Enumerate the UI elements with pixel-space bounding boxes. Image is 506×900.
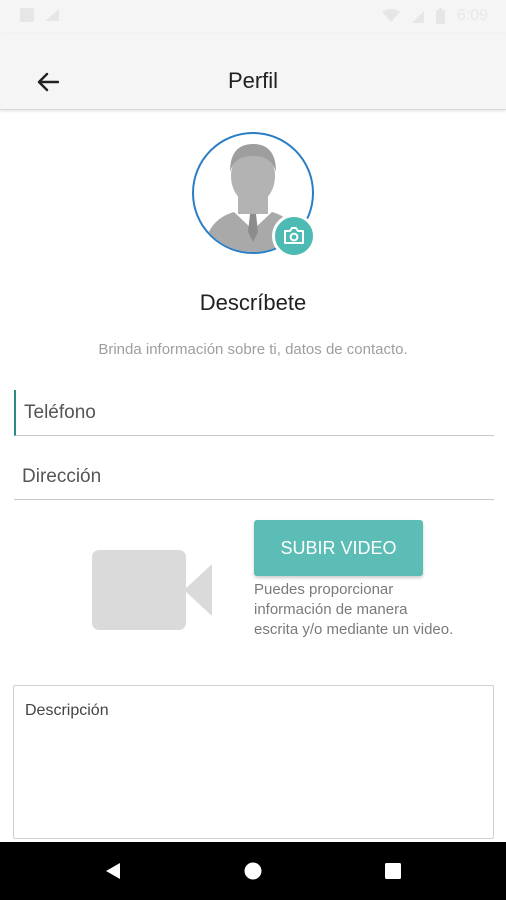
nav-recents-icon	[385, 863, 401, 879]
cell-signal-icon	[411, 11, 424, 23]
status-time: 6:09	[456, 7, 488, 24]
wifi-icon	[381, 9, 400, 22]
nav-home-button[interactable]	[240, 858, 266, 884]
section-subheading: Brinda información sobre ti, datos de co…	[98, 341, 408, 358]
status-left-icons	[20, 8, 60, 22]
description-field[interactable]	[13, 685, 494, 839]
upload-video-button[interactable]: SUBIR VIDEO	[254, 520, 423, 576]
avatar-container	[192, 132, 318, 258]
address-field[interactable]	[14, 454, 494, 500]
battery-icon	[435, 8, 445, 24]
status-right-icons: 6:09	[381, 7, 488, 25]
nav-home-icon	[244, 862, 262, 880]
profile-screen: 6:09 Perfil Descríbete Brinda informació…	[0, 0, 506, 900]
nav-recents-button[interactable]	[380, 858, 406, 884]
camera-icon	[284, 227, 304, 244]
page-title: Perfil	[227, 68, 279, 93]
notification-icon	[20, 8, 34, 22]
nav-back-button[interactable]	[100, 858, 126, 884]
video-help-text: Puedes proporcionar información de maner…	[254, 581, 454, 638]
video-camera-icon	[92, 550, 212, 630]
nav-back-icon	[106, 863, 120, 879]
phone-field[interactable]	[14, 390, 494, 436]
signal-icon	[45, 9, 59, 21]
section-heading: Descríbete	[199, 290, 307, 315]
status-bar: 6:09	[0, 0, 506, 34]
system-nav-bar	[0, 842, 506, 900]
app-bar: Perfil	[0, 34, 506, 110]
change-photo-button[interactable]	[272, 214, 316, 258]
